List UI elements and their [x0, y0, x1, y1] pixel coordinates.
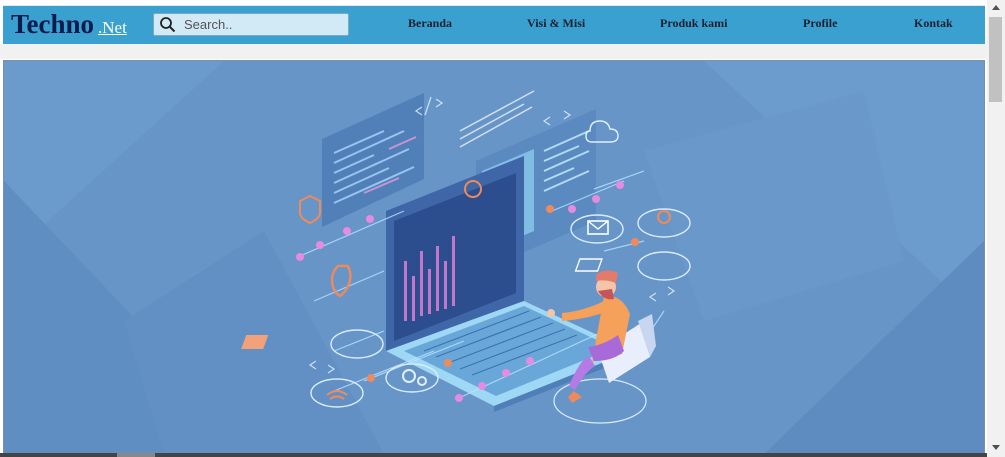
- scrollbar-thumb[interactable]: [989, 17, 1002, 102]
- scroll-up-arrow-icon[interactable]: [987, 0, 1005, 15]
- nav-item-profile[interactable]: Profile: [803, 16, 837, 31]
- hero-banner: [3, 60, 985, 455]
- horizontal-scrollbar[interactable]: [0, 453, 987, 457]
- nav-item-visi-misi[interactable]: Visi & Misi: [527, 16, 585, 31]
- nav-item-produk-kami[interactable]: Produk kami: [660, 16, 727, 31]
- brand-suffix[interactable]: .Net: [98, 18, 127, 37]
- laptop-developer-illustration: [4, 61, 984, 454]
- nav-item-kontak[interactable]: Kontak: [914, 16, 953, 31]
- brand-logo[interactable]: Techno .Net: [11, 9, 127, 40]
- scroll-down-arrow-icon[interactable]: [987, 440, 1005, 455]
- brand-name: Techno: [11, 9, 95, 39]
- vertical-scrollbar[interactable]: [987, 0, 1005, 457]
- nav-item-beranda[interactable]: Beranda: [408, 16, 452, 31]
- horizontal-scrollbar-thumb[interactable]: [117, 453, 155, 457]
- search-icon[interactable]: [159, 16, 176, 33]
- search-input[interactable]: [184, 15, 339, 33]
- page: Techno.Net Beranda Visi & Misi Produk ka…: [0, 0, 987, 455]
- navbar: Techno.Net Beranda Visi & Misi Produk ka…: [3, 5, 985, 44]
- search-box: [153, 13, 349, 36]
- header-gap: [0, 44, 987, 59]
